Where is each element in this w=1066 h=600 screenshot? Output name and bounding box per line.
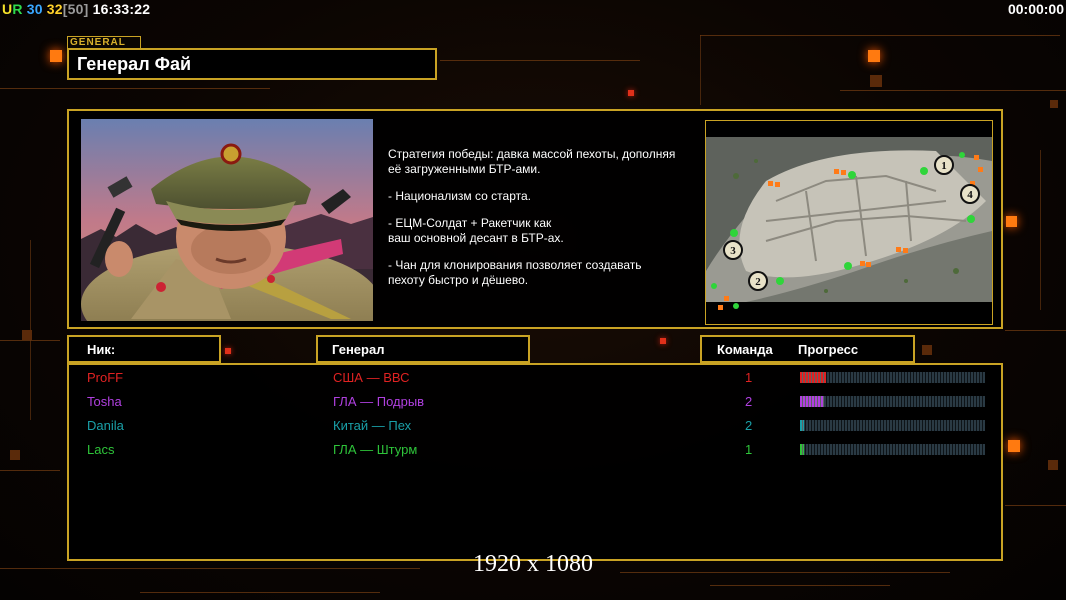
player-nick: Danila [87, 418, 124, 433]
hud-timer: 00:00:00 [1007, 1, 1064, 17]
player-progress-bar [800, 372, 985, 383]
hud-stats: UR 30 32[50] 16:33:22 [2, 1, 150, 17]
player-general: ГЛА — Подрыв [333, 394, 425, 409]
map-marker-2: 2 [755, 276, 761, 288]
hud-value-1: 30 [26, 1, 43, 17]
player-progress-fill [800, 444, 804, 455]
hud-ur-u: U [2, 1, 13, 17]
player-team: 2 [745, 394, 753, 409]
briefing-paragraph: Стратегия победы: давка массой пехоты, д… [388, 147, 676, 176]
player-row: ProFF США — ВВС 1 [69, 368, 1001, 388]
briefing-paragraph: - ЕЦМ-Солдат + Ракетчик как ваш основной… [388, 216, 564, 245]
player-general: США — ВВС [333, 370, 410, 385]
column-header-nick: Ник: [67, 335, 221, 363]
player-general: Китай — Пех [333, 418, 412, 433]
minimap: 1 2 3 4 [705, 120, 993, 325]
general-title: Генерал Фай [77, 53, 192, 74]
player-nick: Tosha [87, 394, 122, 409]
player-progress-bar [800, 444, 985, 455]
player-nick: Lacs [87, 442, 115, 457]
player-team: 1 [745, 370, 753, 385]
briefing-paragraph: - Национализм со старта. [388, 189, 531, 203]
column-header-general: Генерал [316, 335, 530, 363]
column-header-general-label: Генерал [332, 341, 385, 357]
player-progress-bar [800, 420, 985, 431]
briefing-panel: Стратегия победы: давка массой пехоты, д… [67, 109, 1003, 329]
general-portrait [81, 119, 373, 321]
player-nick: ProFF [87, 370, 124, 385]
player-team: 2 [745, 418, 753, 433]
player-team: 1 [745, 442, 753, 457]
map-marker-3: 3 [730, 245, 736, 257]
column-header-team-label: Команда [717, 341, 773, 357]
player-row: Danila Китай — Пех 2 [69, 416, 1001, 436]
player-progress-fill [800, 396, 824, 407]
player-list: ProFF США — ВВС 1 Tosha ГЛА — Подрыв 2 Danila К… [67, 363, 1003, 561]
column-header-team-progress: Команда Прогресс [700, 335, 915, 363]
player-progress-fill [800, 420, 804, 431]
hud-value-3: [50] [62, 1, 89, 17]
player-row: Tosha ГЛА — Подрыв 2 [69, 392, 1001, 412]
resolution-label: 1920 x 1080 [473, 551, 593, 577]
hud-ur-r: R [12, 1, 23, 17]
player-general: ГЛА — Штурм [333, 442, 418, 457]
title-box: Генерал Фай [67, 48, 437, 80]
player-row: Lacs ГЛА — Штурм 1 [69, 440, 1001, 460]
player-progress-fill [800, 372, 826, 383]
map-marker-1: 1 [941, 160, 947, 172]
hud-value-2: 32 [46, 1, 63, 17]
player-progress-bar [800, 396, 985, 407]
briefing-text: Стратегия победы: давка массой пехоты, д… [388, 147, 708, 300]
hud-clock: 16:33:22 [92, 1, 151, 17]
map-marker-4: 4 [967, 189, 973, 201]
column-header-nick-label: Ник: [87, 341, 116, 357]
column-header-progress-label: Прогресс [798, 341, 859, 357]
briefing-paragraph: - Чан для клонирования позволяет создава… [388, 258, 642, 287]
